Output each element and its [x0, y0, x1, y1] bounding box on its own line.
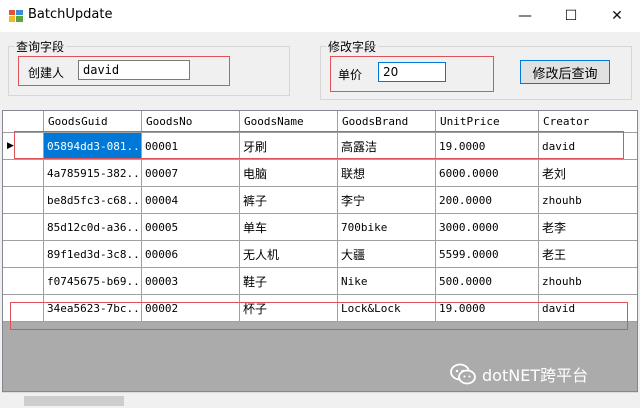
query-group-caption: 查询字段 [14, 38, 67, 55]
cell-goodsbrand[interactable]: Nike [338, 268, 436, 295]
cell-creator[interactable]: zhouhb [539, 187, 637, 214]
row-header[interactable] [3, 241, 44, 268]
cell-creator[interactable]: zhouhb [539, 268, 637, 295]
price-input[interactable]: 20 [378, 62, 446, 82]
cell-goodsguid[interactable]: f0745675-b69... [44, 268, 142, 295]
watermark: dotNET跨平台 [450, 362, 588, 386]
column-header-goodsguid[interactable]: GoodsGuid [44, 111, 142, 133]
price-label: 单价 [338, 68, 363, 82]
cell-unitprice[interactable]: 6000.0000 [436, 160, 539, 187]
cell-unitprice[interactable]: 200.0000 [436, 187, 539, 214]
grid-corner-header[interactable] [3, 111, 44, 133]
column-header-unitprice[interactable]: UnitPrice [436, 111, 539, 133]
cell-goodsname[interactable]: 鞋子 [240, 268, 338, 295]
app-icon [9, 9, 23, 23]
cell-goodsguid[interactable]: 85d12c0d-a36... [44, 214, 142, 241]
cell-goodsno[interactable]: 00003 [142, 268, 240, 295]
cell-goodsno[interactable]: 00006 [142, 241, 240, 268]
cell-goodsname[interactable]: 裤子 [240, 187, 338, 214]
query-after-update-button[interactable]: 修改后查询 [520, 60, 610, 84]
cell-creator[interactable]: 老王 [539, 241, 637, 268]
cell-creator[interactable]: 老李 [539, 214, 637, 241]
row-header[interactable] [3, 160, 44, 187]
column-header-goodsname[interactable]: GoodsName [240, 111, 338, 133]
cell-goodsno[interactable]: 00005 [142, 214, 240, 241]
creator-label: 创建人 [28, 66, 65, 80]
watermark-text: dotNET跨平台 [482, 366, 589, 385]
cell-goodsguid[interactable]: 4a785915-382... [44, 160, 142, 187]
horizontal-scrollbar[interactable] [2, 392, 638, 408]
maximize-button[interactable]: ☐ [548, 0, 594, 32]
modify-group-caption: 修改字段 [326, 38, 379, 55]
cell-goodsbrand[interactable]: 大疆 [338, 241, 436, 268]
cell-goodsbrand[interactable]: 联想 [338, 160, 436, 187]
cell-goodsbrand[interactable]: 李宁 [338, 187, 436, 214]
row-header[interactable] [3, 187, 44, 214]
cell-goodsname[interactable]: 无人机 [240, 241, 338, 268]
cell-goodsguid[interactable]: be8d5fc3-c68... [44, 187, 142, 214]
cell-unitprice[interactable]: 5599.0000 [436, 241, 539, 268]
cell-goodsno[interactable]: 00004 [142, 187, 240, 214]
cell-goodsbrand[interactable]: 700bike [338, 214, 436, 241]
cell-unitprice[interactable]: 3000.0000 [436, 214, 539, 241]
cell-goodsname[interactable]: 单车 [240, 214, 338, 241]
close-button[interactable]: ✕ [594, 0, 640, 32]
cell-goodsname[interactable]: 电脑 [240, 160, 338, 187]
wechat-icon [450, 363, 476, 385]
cell-unitprice[interactable]: 500.0000 [436, 268, 539, 295]
column-header-creator[interactable]: Creator [539, 111, 637, 133]
column-header-goodsbrand[interactable]: GoodsBrand [338, 111, 436, 133]
column-header-goodsno[interactable]: GoodsNo [142, 111, 240, 133]
cell-goodsno[interactable]: 00007 [142, 160, 240, 187]
cell-creator[interactable]: 老刘 [539, 160, 637, 187]
minimize-button[interactable]: — [502, 0, 548, 32]
creator-input[interactable]: david [78, 60, 190, 80]
title-bar: BatchUpdate — ☐ ✕ [0, 0, 640, 32]
row-highlight-box [10, 302, 628, 330]
scrollbar-thumb[interactable] [24, 396, 124, 406]
row-header[interactable] [3, 214, 44, 241]
window-title: BatchUpdate [28, 7, 113, 22]
row-header[interactable] [3, 268, 44, 295]
row-highlight-box [14, 131, 624, 159]
cell-goodsguid[interactable]: 89f1ed3d-3c8... [44, 241, 142, 268]
